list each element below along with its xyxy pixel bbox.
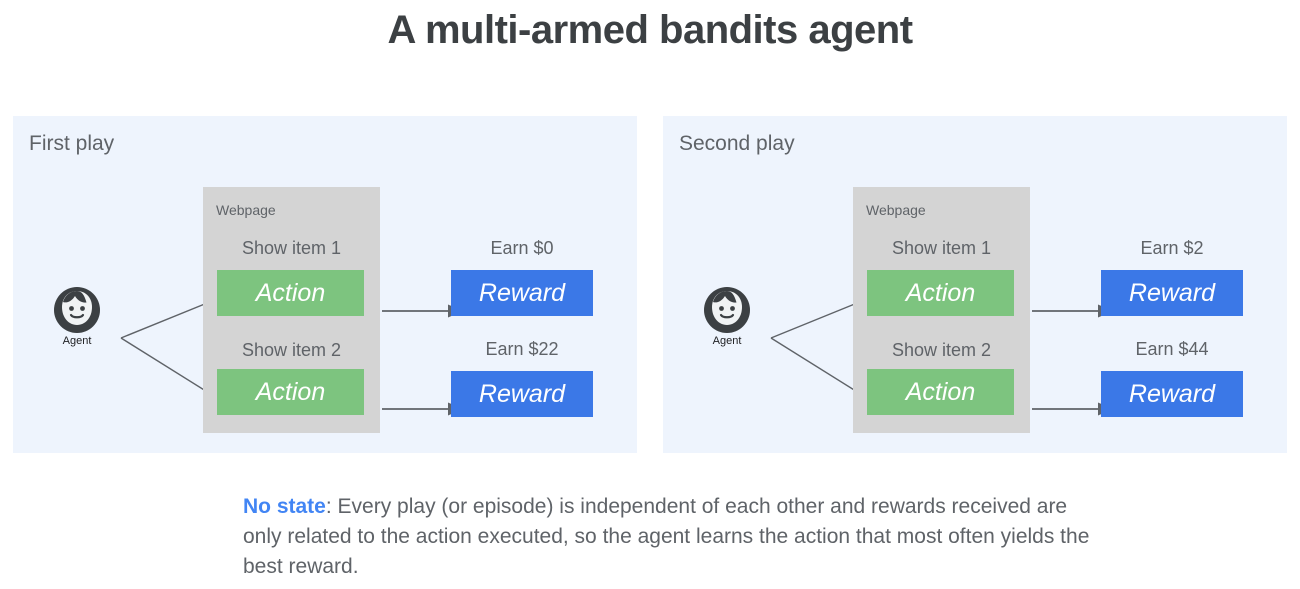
webpage-label: Webpage: [216, 202, 276, 218]
webpage-label: Webpage: [866, 202, 926, 218]
action-box-1[interactable]: Action: [217, 270, 364, 316]
reward-box-1[interactable]: Reward: [451, 270, 593, 316]
action-box-2[interactable]: Action: [867, 369, 1014, 415]
item-label-1: Show item 1: [891, 238, 992, 258]
panel-second-play: Second play Agent Webpage Show item 1 Ac…: [663, 116, 1287, 453]
caption-body: : Every play (or episode) is independent…: [243, 495, 1090, 578]
webpage-box-second-play: Webpage Show item 1 Action Show item 2 A…: [853, 187, 1030, 433]
caption: No state: Every play (or episode) is ind…: [243, 492, 1103, 582]
earn-label-1: Earn $0: [490, 238, 554, 258]
agent-avatar-icon: [704, 287, 750, 333]
reward-box-2[interactable]: Reward: [1101, 371, 1243, 417]
caption-lead: No state: [243, 495, 326, 518]
action-box-2[interactable]: Action: [217, 369, 364, 415]
item-label-2: Show item 2: [891, 340, 992, 360]
agent-avatar-icon: [54, 287, 100, 333]
earn-label-2: Earn $44: [1135, 339, 1209, 359]
webpage-box-first-play: Webpage Show item 1 Action Show item 2 A…: [203, 187, 380, 433]
panel-first-play: First play Agent Webpage Show item 1 Act…: [13, 116, 637, 453]
item-label-1: Show item 1: [241, 238, 342, 258]
earn-label-2: Earn $22: [485, 339, 559, 359]
earn-label-1: Earn $2: [1140, 238, 1204, 258]
page-title: A multi-armed bandits agent: [387, 8, 913, 52]
panel-title-second-play: Second play: [679, 132, 795, 155]
reward-box-1[interactable]: Reward: [1101, 270, 1243, 316]
action-box-1[interactable]: Action: [867, 270, 1014, 316]
item-label-2: Show item 2: [241, 340, 342, 360]
reward-box-2[interactable]: Reward: [451, 371, 593, 417]
panel-title-first-play: First play: [29, 132, 115, 155]
